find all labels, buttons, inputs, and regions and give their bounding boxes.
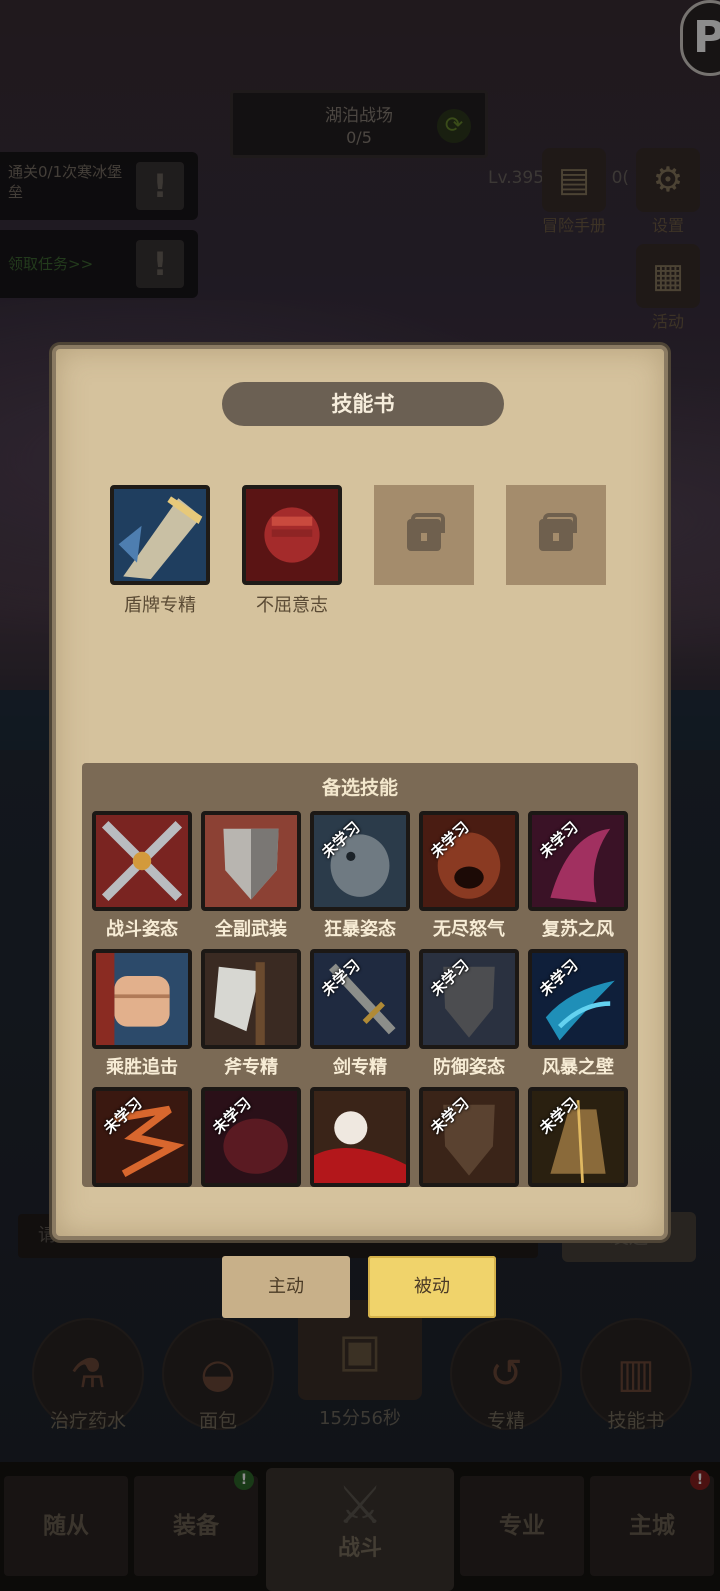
- skill-slot-15[interactable]: 未学习: [528, 1087, 628, 1187]
- skill-defensive-stance[interactable]: 未学习 防御姿态: [419, 949, 519, 1079]
- equipped-skill-name-2: 不屈意志: [256, 595, 328, 616]
- skill-endless-rage[interactable]: 未学习 无尽怒气: [419, 811, 519, 941]
- roaring-face-icon: 未学习: [419, 811, 519, 911]
- skill-axe-specialization[interactable]: 斧专精: [201, 949, 301, 1079]
- gauntlet-icon: 未学习: [528, 1087, 628, 1187]
- skill-storm-wall[interactable]: 未学习 风暴之壁: [528, 949, 628, 1079]
- skill-name: 狂暴姿态: [324, 919, 396, 940]
- skill-battle-stance[interactable]: 战斗姿态: [92, 811, 192, 941]
- skill-name: 剑专精: [333, 1057, 387, 1078]
- skill-book-panel: 技能书 盾牌专精 不屈意志 备选技能 战斗姿态 全副武装 未学习 狂暴姿态 未学…: [52, 345, 668, 1240]
- skill-name: 乘胜追击: [106, 1057, 178, 1078]
- skill-name: 斧专精: [224, 1057, 278, 1078]
- skill-slot-11[interactable]: 未学习: [92, 1087, 192, 1187]
- skill-full-armor[interactable]: 全副武装: [201, 811, 301, 941]
- brute-icon: 未学习: [201, 1087, 301, 1187]
- equipped-slot-locked-2[interactable]: [506, 485, 606, 585]
- tab-passive-skills[interactable]: 被动: [368, 1256, 496, 1318]
- equipped-slot-2[interactable]: 不屈意志: [242, 485, 342, 617]
- fist-icon: [242, 485, 342, 585]
- skill-slot-14[interactable]: 未学习: [419, 1087, 519, 1187]
- skill-slot-13[interactable]: [310, 1087, 410, 1187]
- fist-icon: [92, 949, 192, 1049]
- skill-name: 全副武装: [215, 919, 287, 940]
- equipped-slot-1[interactable]: 盾牌专精: [110, 485, 210, 617]
- lightning-icon: 未学习: [92, 1087, 192, 1187]
- shield-icon: [110, 485, 210, 585]
- skill-name: 无尽怒气: [433, 919, 505, 940]
- skill-victory-rush[interactable]: 乘胜追击: [92, 949, 192, 1079]
- axe-icon: [201, 949, 301, 1049]
- beast-icon: 未学习: [310, 811, 410, 911]
- alternative-skills-section: 备选技能 战斗姿态 全副武装 未学习 狂暴姿态 未学习 无尽怒气 未学习 复苏之…: [82, 763, 638, 1187]
- sword-icon: 未学习: [310, 949, 410, 1049]
- tab-active-skills[interactable]: 主动: [222, 1256, 350, 1318]
- crossed-swords-icon: [92, 811, 192, 911]
- skill-wind-of-revival[interactable]: 未学习 复苏之风: [528, 811, 628, 941]
- lock-icon: [374, 485, 474, 585]
- revival-icon: 未学习: [528, 811, 628, 911]
- blood-icon: [310, 1087, 410, 1187]
- alternative-skills-title: 备选技能: [321, 777, 398, 799]
- skill-berserker-stance[interactable]: 未学习 狂暴姿态: [310, 811, 410, 941]
- skill-name: 战斗姿态: [106, 919, 178, 940]
- skill-name: 风暴之壁: [542, 1057, 614, 1078]
- skill-sword-specialization[interactable]: 未学习 剑专精: [310, 949, 410, 1079]
- storm-icon: 未学习: [528, 949, 628, 1049]
- lock-icon: [506, 485, 606, 585]
- shield-icon: 未学习: [419, 1087, 519, 1187]
- equipped-skill-name-1: 盾牌专精: [124, 595, 196, 616]
- shield-icon: 未学习: [419, 949, 519, 1049]
- shield-icon: [201, 811, 301, 911]
- skill-name: 复苏之风: [542, 919, 614, 940]
- skill-slot-12[interactable]: 未学习: [201, 1087, 301, 1187]
- skill-name: 防御姿态: [433, 1057, 505, 1078]
- panel-title: 技能书: [222, 382, 504, 426]
- equipped-slot-locked-1[interactable]: [374, 485, 474, 585]
